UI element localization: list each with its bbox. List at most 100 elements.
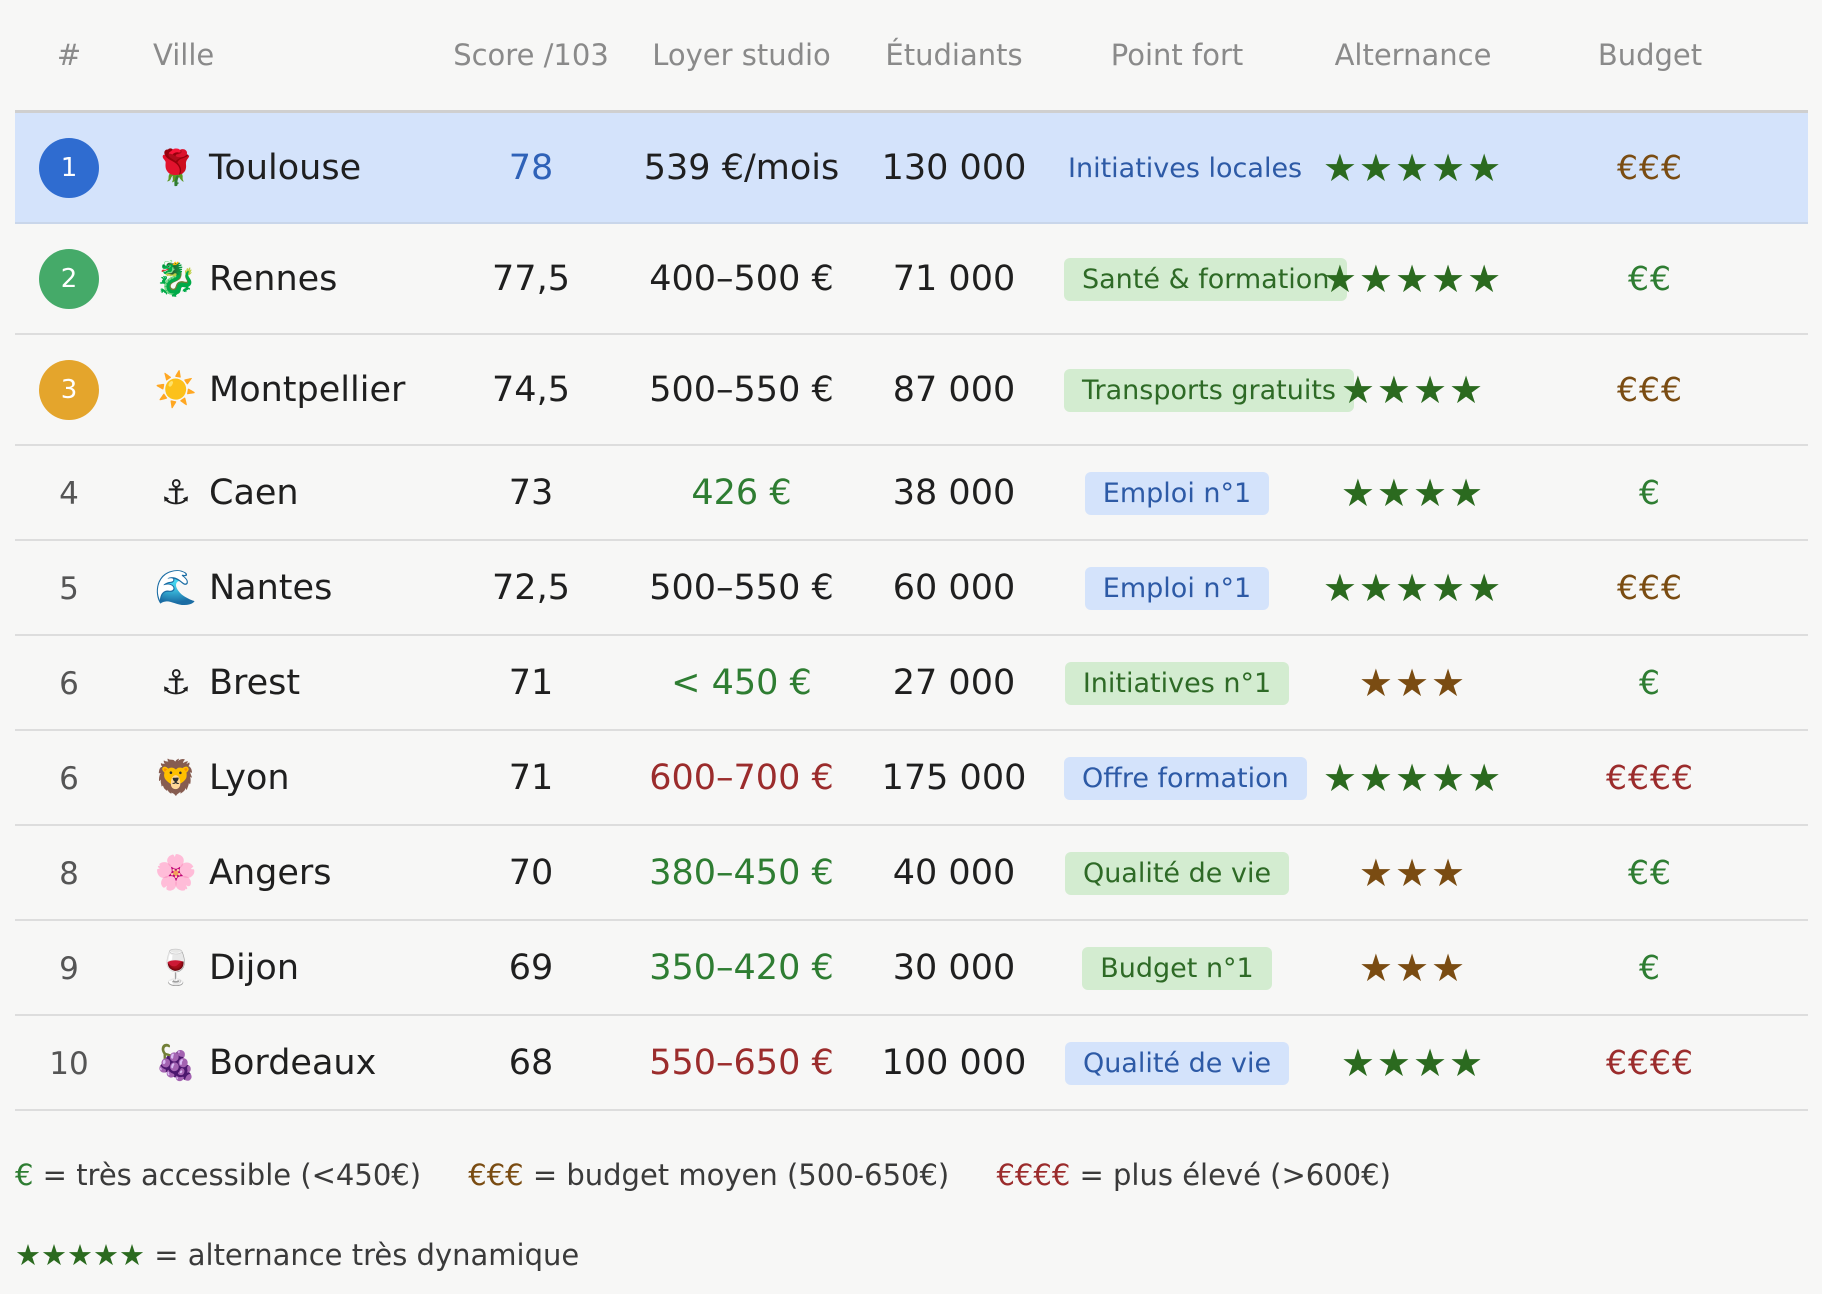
rent-cell: 400–500 €	[649, 258, 834, 299]
strength-cell: Transports gratuits	[1064, 368, 1354, 412]
wave-icon: 🌊	[154, 567, 198, 608]
strength-cell: Emploi n°1	[1064, 566, 1290, 610]
students-cell: 130 000	[881, 147, 1027, 188]
rank-number: 8	[59, 855, 79, 892]
strength-cell: Offre formation	[1064, 756, 1307, 800]
city-cell: ☀️ Montpellier	[123, 370, 423, 410]
legend-stars-text: = alternance très dynamique	[145, 1238, 580, 1272]
strength-tag: Qualité de vie	[1064, 1041, 1290, 1085]
score-cell: 71	[508, 662, 554, 703]
budget-cell: €	[1639, 473, 1661, 512]
table-row: 1 🌹 Toulouse 78 539 €/mois 130 000 Initi…	[15, 113, 1808, 224]
city-cell: 🌹 Toulouse	[123, 148, 423, 188]
strength-cell: Budget n°1	[1064, 946, 1290, 990]
budget-cell: €€€€	[1606, 758, 1694, 797]
table-row: 10 🍇 Bordeaux 68 550–650 € 100 000 Quali…	[15, 1016, 1808, 1111]
alternance-stars: ★★★★★	[1322, 256, 1504, 301]
rank-number: 6	[59, 760, 79, 797]
score-cell: 71	[508, 757, 554, 798]
score-cell: 77,5	[492, 258, 570, 299]
sun-icon: ☀️	[154, 369, 198, 410]
score-cell: 73	[508, 472, 554, 513]
strength-tag: Initiatives locales	[1068, 152, 1303, 184]
header-alternance: Alternance	[1334, 38, 1492, 72]
rank-cell: 6	[15, 758, 123, 798]
budget-cell: €€€€	[1606, 1043, 1694, 1082]
header-students: Étudiants	[885, 38, 1023, 72]
students-cell: 87 000	[892, 369, 1016, 410]
rent-cell: 500–550 €	[649, 567, 834, 608]
students-cell: 30 000	[892, 947, 1016, 988]
city-name: Angers	[209, 852, 332, 893]
dragon-icon: 🐉	[154, 258, 198, 299]
city-cell: 🍷 Dijon	[123, 948, 423, 988]
score-cell: 70	[508, 852, 554, 893]
lion-icon: 🦁	[154, 757, 198, 798]
rank-badge: 3	[39, 359, 99, 420]
legend-symbol: €€€	[468, 1158, 524, 1192]
rank-cell: 6	[15, 663, 123, 703]
rank-cell: 2	[15, 248, 123, 309]
score-cell: 69	[508, 947, 554, 988]
budget-cell: €€€	[1617, 148, 1683, 187]
rank-cell: 10	[15, 1043, 123, 1083]
table-row: 4 ⚓ Caen 73 426 € 38 000 Emploi n°1 ★★★★…	[15, 446, 1808, 541]
alternance-stars: ★★★★	[1340, 367, 1486, 412]
strength-tag: Emploi n°1	[1084, 471, 1270, 515]
strength-cell: Qualité de vie	[1064, 1041, 1290, 1085]
legend-item: €€€ = budget moyen (500-650€)	[468, 1158, 949, 1192]
stars-legend: ★★★★★ = alternance très dynamique	[15, 1238, 579, 1272]
strength-tag: Initiatives n°1	[1064, 661, 1290, 705]
students-cell: 38 000	[892, 472, 1016, 513]
rent-cell: 500–550 €	[649, 369, 834, 410]
rank-number: 9	[59, 950, 79, 987]
table-row: 6 ⚓ Brest 71 < 450 € 27 000 Initiatives …	[15, 636, 1808, 731]
rank-cell: 9	[15, 948, 123, 988]
alternance-stars: ★★★★	[1340, 1040, 1486, 1085]
strength-cell: Santé & formation	[1064, 257, 1348, 301]
city-cell: 🌸 Angers	[123, 853, 423, 893]
city-cell: 🍇 Bordeaux	[123, 1043, 423, 1083]
students-cell: 100 000	[881, 1042, 1027, 1083]
table-row: 5 🌊 Nantes 72,5 500–550 € 60 000 Emploi …	[15, 541, 1808, 636]
rose-icon: 🌹	[154, 147, 198, 188]
city-cell: 🌊 Nantes	[123, 568, 423, 608]
budget-legend: € = très accessible (<450€) €€€ = budget…	[15, 1158, 1429, 1192]
rank-cell: 1	[15, 137, 123, 198]
rent-cell: 426 €	[691, 472, 792, 513]
header-strength: Point fort	[1110, 38, 1244, 72]
legend-text: = plus élevé (>600€)	[1070, 1158, 1391, 1192]
city-name: Nantes	[209, 567, 333, 608]
alternance-stars: ★★★★★	[1322, 565, 1504, 610]
city-cell: ⚓ Caen	[123, 473, 423, 513]
strength-cell: Emploi n°1	[1064, 471, 1290, 515]
city-name: Caen	[209, 472, 299, 513]
table-body: 1 🌹 Toulouse 78 539 €/mois 130 000 Initi…	[15, 113, 1808, 1111]
grapes-icon: 🍇	[154, 1042, 198, 1083]
anchor-icon: ⚓	[160, 472, 192, 513]
students-cell: 27 000	[892, 662, 1016, 703]
rent-cell: 600–700 €	[649, 757, 834, 798]
rank-cell: 5	[15, 568, 123, 608]
alternance-stars: ★★★	[1358, 945, 1468, 990]
anchor-icon: ⚓	[160, 662, 192, 703]
students-cell: 60 000	[892, 567, 1016, 608]
wine-glass-icon: 🍷	[154, 947, 198, 988]
students-cell: 71 000	[892, 258, 1016, 299]
strength-cell: Qualité de vie	[1064, 851, 1290, 895]
rank-cell: 3	[15, 359, 123, 420]
header-city: Ville	[153, 38, 215, 72]
rent-cell: 350–420 €	[649, 947, 834, 988]
budget-cell: €€	[1628, 853, 1672, 892]
strength-tag: Emploi n°1	[1084, 566, 1270, 610]
legend-symbol: €	[15, 1158, 34, 1192]
alternance-stars: ★★★	[1358, 850, 1468, 895]
city-cell: 🦁 Lyon	[123, 758, 423, 798]
flower-icon: 🌸	[154, 852, 198, 893]
score-cell: 78	[508, 147, 554, 188]
header-rank: #	[56, 38, 82, 72]
table-row: 8 🌸 Angers 70 380–450 € 40 000 Qualité d…	[15, 826, 1808, 921]
rent-cell: 380–450 €	[649, 852, 834, 893]
header-rent: Loyer studio	[652, 38, 831, 72]
city-cell: 🐉 Rennes	[123, 259, 423, 299]
